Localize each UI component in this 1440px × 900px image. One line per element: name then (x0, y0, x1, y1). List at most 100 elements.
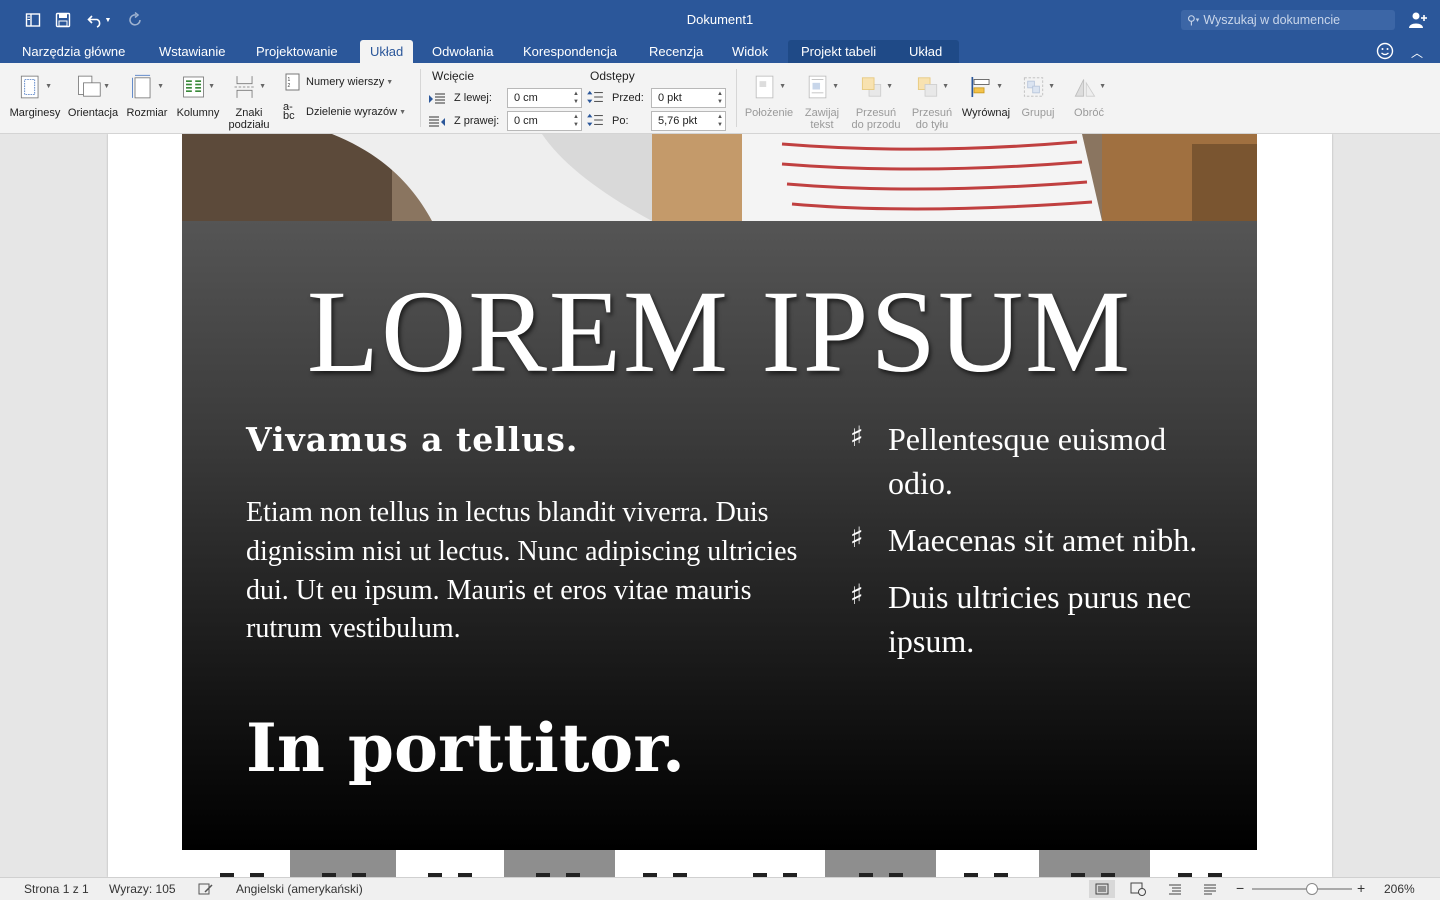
z-lewej-label: Z lewej: (454, 92, 492, 104)
strip-cell[interactable] (723, 850, 825, 877)
przesun-label: Przesuń (855, 107, 897, 119)
znaki-label: Znaki (235, 107, 263, 119)
hero-title[interactable]: LOREM IPSUM (182, 273, 1257, 391)
tab-recenzja[interactable]: Recenzja (649, 40, 703, 63)
marginesy-label: Marginesy (9, 107, 61, 119)
strip-cell[interactable] (290, 850, 396, 877)
line-numbers-icon: 12 (285, 73, 300, 91)
list-item[interactable]: ♯ Duis ultricies purus nec ipsum. (848, 575, 1228, 663)
z-lewej-input[interactable]: 0 cm ▲ ▼ (507, 88, 582, 108)
list-item[interactable]: ♯ Maecenas sit amet nibh. (848, 518, 1228, 562)
tab-wstawianie[interactable]: Wstawianie (159, 40, 225, 63)
kolumny-button[interactable]: ▼ Kolumny (174, 71, 222, 119)
big-heading[interactable]: In porttitor. (246, 709, 685, 787)
language[interactable]: Angielski (amerykański) (236, 882, 363, 896)
tear-off-strip (182, 850, 1257, 877)
strip-cell[interactable] (825, 850, 936, 877)
grupuj-label: Grupuj (1021, 107, 1055, 119)
tab-odwolania[interactable]: Odwołania (432, 40, 493, 63)
przed-label: Przed: (612, 92, 644, 104)
z-prawej-label: Z prawej: (454, 115, 500, 127)
rozmiar-label: Rozmiar (126, 107, 168, 119)
group-icon: ▼ (1021, 71, 1055, 103)
numery-wierszy-button[interactable]: 12 Numery wierszy ▼ (283, 73, 393, 91)
rozmiar-button[interactable]: ▼ Rozmiar (124, 71, 170, 119)
search-field[interactable]: ⚲ ▾ (1181, 10, 1395, 30)
zoom-slider-handle[interactable] (1306, 883, 1318, 895)
grupuj-button[interactable]: ▼ Grupuj (1015, 71, 1061, 119)
przesun-do-przodu-button[interactable]: ▼ Przesuń do przodu (848, 71, 904, 131)
zoom-out-icon[interactable]: − (1236, 880, 1244, 896)
strip-cell[interactable] (1150, 850, 1254, 877)
tab-korespondencja[interactable]: Korespondencja (523, 40, 617, 63)
header-photo (182, 134, 1257, 221)
list-item[interactable]: ♯ Pellentesque euismod odio. (848, 417, 1228, 505)
zoom-in-icon[interactable]: + (1357, 880, 1365, 896)
dzielenie-wyrazow-button[interactable]: a-bc Dzielenie wyrazów ▼ (283, 102, 406, 122)
wrap-text-icon: ▼ (805, 71, 839, 103)
document-canvas[interactable]: LOREM IPSUM Vivamus a tellus. Etiam non … (0, 134, 1440, 877)
page-size-icon: ▼ (130, 71, 164, 103)
strip-cell[interactable] (1039, 850, 1150, 877)
subtitle[interactable]: Vivamus a tellus. (246, 420, 578, 459)
share-person-icon[interactable] (1408, 11, 1428, 29)
web-layout-icon[interactable] (1125, 880, 1151, 898)
kolumny-label: Kolumny (176, 107, 220, 119)
bring-forward-icon: ▼ (859, 71, 893, 103)
zawijaj-tekst-button[interactable]: ▼ Zawijaj tekst (799, 71, 845, 131)
tab-widok[interactable]: Widok (732, 40, 768, 63)
bullet-list: ♯ Pellentesque euismod odio. ♯ Maecenas si… (848, 417, 1228, 676)
spacing-after-icon (587, 113, 603, 127)
zawijaj-label: Zawijaj (804, 107, 840, 119)
collapse-ribbon-icon[interactable]: ︿ (1411, 44, 1423, 61)
zoom-slider[interactable] (1252, 888, 1352, 890)
orientacja-label: Orientacja (67, 107, 119, 119)
tab-projekt-tabeli[interactable]: Projekt tabeli (801, 40, 876, 63)
polozenie-button[interactable]: ▼ Położenie (741, 71, 797, 119)
strip-cell[interactable] (615, 850, 719, 877)
tab-projektowanie[interactable]: Projektowanie (256, 40, 338, 63)
print-layout-icon[interactable] (1089, 880, 1115, 898)
obroc-button[interactable]: ▼ Obróć (1066, 71, 1112, 119)
chevron-down-icon: ▾ (1195, 17, 1200, 24)
tab-uklad-tabeli[interactable]: Układ (909, 40, 942, 63)
outline-view-icon[interactable] (1162, 880, 1188, 898)
position-icon: ▼ (752, 71, 786, 103)
przesun-do-tylu-button[interactable]: ▼ Przesuń do tyłu (906, 71, 958, 131)
page-count[interactable]: Strona 1 z 1 (24, 882, 89, 896)
status-bar: Strona 1 z 1 Wyrazy: 105 Angielski (amer… (0, 877, 1440, 900)
feedback-smiley-icon[interactable] (1376, 42, 1394, 60)
align-icon: ▼ (969, 71, 1003, 103)
strip-cell[interactable] (504, 850, 615, 877)
strip-cell[interactable] (400, 850, 504, 877)
search-icon: ⚲ (1187, 13, 1196, 27)
strip-cell[interactable] (936, 850, 1039, 877)
z-prawej-input[interactable]: 0 cm ▲ ▼ (507, 111, 582, 131)
indent-left-icon (429, 93, 445, 104)
spin-arrows-icon[interactable]: ▲ ▼ (717, 113, 723, 129)
word-count[interactable]: Wyrazy: 105 (109, 882, 176, 896)
ribbon-separator (420, 69, 421, 127)
tab-uklad[interactable]: Układ (360, 40, 414, 63)
spin-arrows-icon[interactable]: ▲ ▼ (717, 90, 723, 106)
zoom-level[interactable]: 206% (1384, 882, 1415, 896)
ribbon-tabs: Narzędzia główne Wstawianie Projektowani… (0, 40, 1440, 63)
bullet-text: Duis ultricies purus nec ipsum. (888, 579, 1192, 659)
wyrownaj-button[interactable]: ▼ Wyrównaj (959, 71, 1013, 119)
obroc-label: Obróć (1074, 107, 1104, 119)
search-input[interactable] (1203, 13, 1384, 27)
znaki-podzialu-button[interactable]: ▼ Znaki podziału (224, 71, 274, 131)
marginesy-button[interactable]: ▼ Marginesy (6, 71, 64, 119)
podzialu-label: podziału (228, 119, 270, 131)
przed-input[interactable]: 0 pkt ▲ ▼ (651, 88, 726, 108)
bullet-text: Maecenas sit amet nibh. (888, 522, 1198, 558)
spin-arrows-icon[interactable]: ▲ ▼ (573, 90, 579, 106)
po-input[interactable]: 5,76 pkt ▲ ▼ (651, 111, 726, 131)
orientacja-button[interactable]: ▼ Orientacja (64, 71, 122, 119)
tab-narzedzia-glowne[interactable]: Narzędzia główne (22, 40, 125, 63)
spin-arrows-icon[interactable]: ▲ ▼ (573, 113, 579, 129)
strip-cell[interactable] (186, 850, 290, 877)
draft-view-icon[interactable] (1197, 880, 1223, 898)
body-paragraph[interactable]: Etiam non tellus in lectus blandit viver… (246, 494, 806, 649)
proofing-icon[interactable] (198, 882, 214, 899)
